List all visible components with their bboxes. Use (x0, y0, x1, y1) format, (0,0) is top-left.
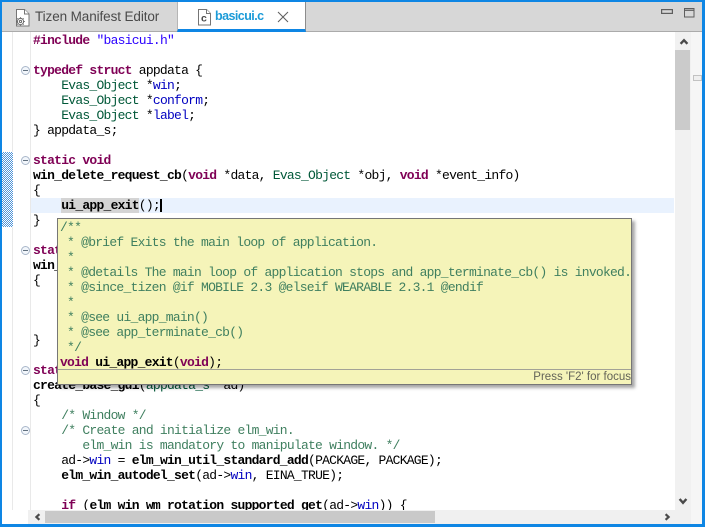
svg-text:c: c (201, 13, 207, 25)
